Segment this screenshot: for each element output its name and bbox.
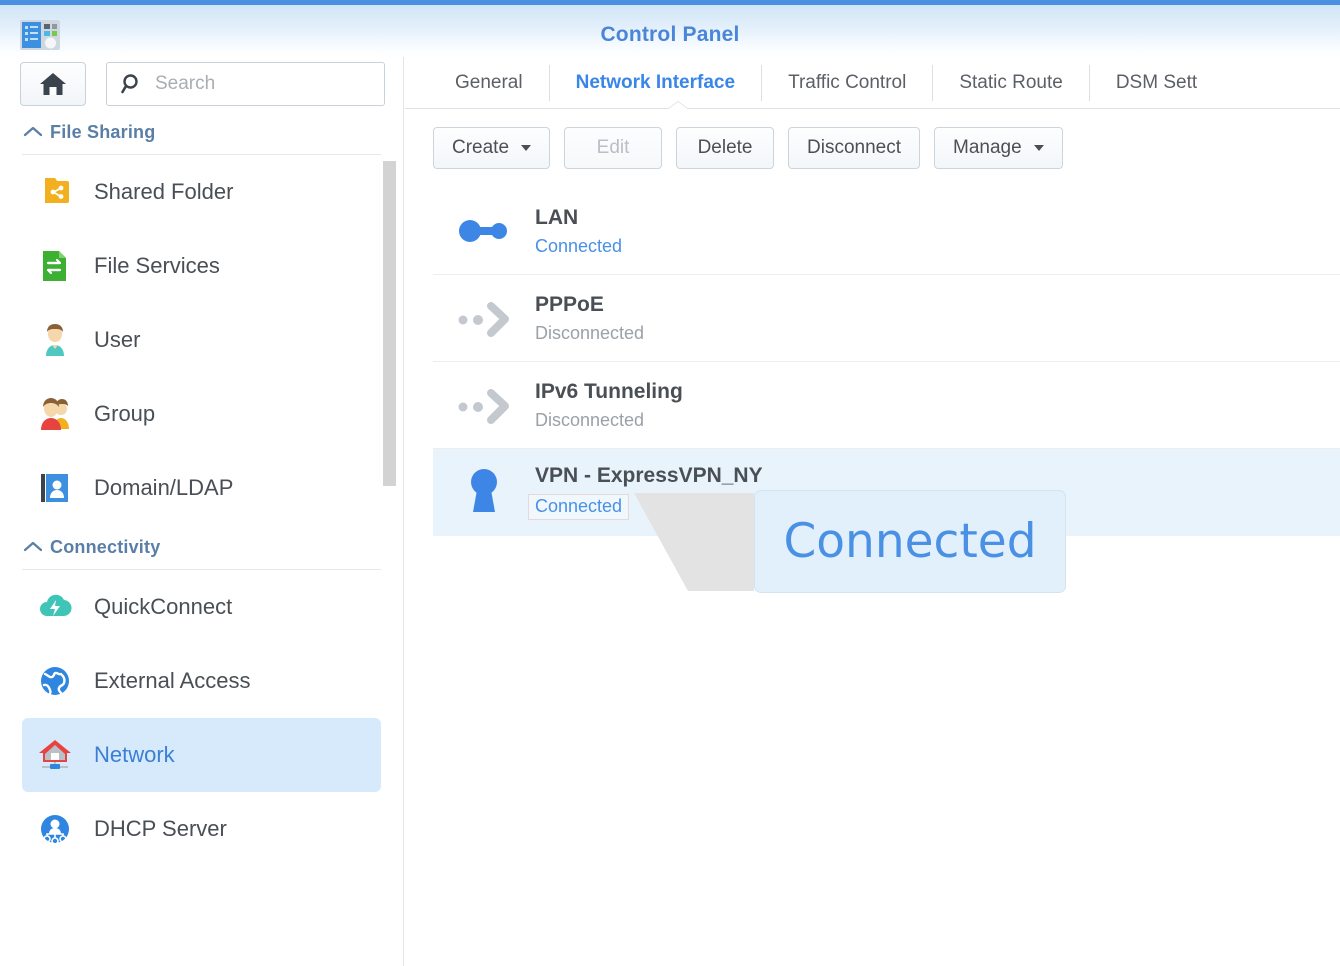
- sidebar-group-header-file-sharing[interactable]: File Sharing: [22, 110, 381, 155]
- sidebar-item-label: Shared Folder: [94, 179, 234, 204]
- sidebar-item-quickconnect[interactable]: QuickConnect: [22, 570, 381, 644]
- home-icon: [40, 73, 66, 95]
- sidebar-search-row: Search: [20, 62, 385, 108]
- pppoe-arrow-icon: [433, 296, 535, 340]
- interface-name: PPPoE: [535, 292, 604, 316]
- edit-button-label: Edit: [596, 137, 630, 158]
- chevron-down-icon: [1033, 145, 1044, 151]
- sidebar-group-label: File Sharing: [50, 121, 156, 142]
- interface-info: PPPoE Disconnected: [535, 293, 644, 344]
- dhcp-server-icon: [32, 807, 78, 851]
- sidebar-item-label: External Access: [94, 668, 251, 693]
- window-title: Control Panel: [600, 23, 740, 46]
- control-panel-window: Control Panel Search File Sharing Shared…: [0, 0, 1340, 966]
- ipv6-tunnel-arrow-icon: [433, 383, 535, 427]
- vpn-keyhole-icon: [433, 464, 535, 520]
- chevron-up-icon: [22, 540, 50, 554]
- active-tab-indicator: [667, 102, 689, 110]
- search-icon: [121, 74, 138, 94]
- interface-name: LAN: [535, 205, 579, 229]
- sidebar-item-label: QuickConnect: [94, 594, 233, 619]
- magnified-status-callout: Connected: [754, 490, 1066, 593]
- search-input-placeholder: Search: [155, 73, 216, 94]
- sidebar-item-label: File Services: [94, 253, 220, 278]
- table-row[interactable]: PPPoE Disconnected: [433, 275, 1340, 362]
- interface-status: Connected: [528, 494, 630, 520]
- sidebar-item-label: Domain/LDAP: [94, 475, 234, 500]
- sidebar-group-file-sharing: File Sharing Shared Folder File Services…: [0, 110, 403, 525]
- domain-ldap-icon: [32, 466, 78, 510]
- tab-static-route[interactable]: Static Route: [933, 64, 1090, 101]
- interface-info: IPv6 Tunneling Disconnected: [535, 380, 683, 431]
- group-icon: [32, 392, 78, 436]
- interface-info: VPN - ExpressVPN_NY Connected: [528, 464, 763, 520]
- sidebar-group-header-connectivity[interactable]: Connectivity: [22, 525, 381, 570]
- sidebar-item-label: User: [94, 327, 141, 352]
- file-services-icon: [32, 244, 78, 288]
- manage-button-label: Manage: [953, 137, 1022, 158]
- user-icon: [32, 318, 78, 362]
- delete-button[interactable]: Delete: [676, 127, 775, 169]
- sidebar: Search File Sharing Shared Folder File S…: [0, 57, 404, 966]
- chevron-down-icon: [521, 145, 532, 151]
- sidebar-item-external-access[interactable]: External Access: [22, 644, 381, 718]
- interface-status: Disconnected: [535, 409, 645, 430]
- create-button-label: Create: [452, 137, 510, 158]
- tab-network-interface[interactable]: Network Interface: [550, 64, 763, 101]
- sidebar-item-label: Group: [94, 401, 156, 426]
- sidebar-item-group[interactable]: Group: [22, 377, 381, 451]
- network-interface-list: LAN Connected PPPoE Disconnected IPv6 Tu…: [433, 188, 1340, 536]
- sidebar-group-label: Connectivity: [50, 536, 161, 557]
- table-row[interactable]: LAN Connected: [433, 188, 1340, 275]
- create-button[interactable]: Create: [433, 127, 551, 169]
- network-icon: [32, 733, 78, 777]
- tab-bar: General Network Interface Traffic Contro…: [405, 57, 1340, 109]
- sidebar-group-connectivity: Connectivity QuickConnect External Acces…: [0, 525, 403, 866]
- sidebar-scroll-area: File Sharing Shared Folder File Services…: [0, 110, 403, 966]
- chevron-up-icon: [22, 125, 50, 139]
- home-button[interactable]: [20, 62, 86, 106]
- interface-info: LAN Connected: [535, 206, 622, 257]
- sidebar-item-file-services[interactable]: File Services: [22, 229, 381, 303]
- sidebar-scrollbar-thumb[interactable]: [383, 161, 396, 486]
- sidebar-item-user[interactable]: User: [22, 303, 381, 377]
- sidebar-item-domain-ldap[interactable]: Domain/LDAP: [22, 451, 381, 525]
- disconnect-button[interactable]: Disconnect: [788, 127, 921, 169]
- sidebar-item-dhcp-server[interactable]: DHCP Server: [22, 792, 381, 866]
- interface-status: Connected: [535, 235, 623, 256]
- search-input-wrapper[interactable]: Search: [106, 62, 385, 106]
- tab-traffic-control[interactable]: Traffic Control: [762, 64, 934, 101]
- table-row[interactable]: IPv6 Tunneling Disconnected: [433, 362, 1340, 449]
- tab-dsm-settings[interactable]: DSM Sett: [1090, 65, 1223, 101]
- magnified-status-text: Connected: [783, 514, 1037, 569]
- tab-general[interactable]: General: [433, 64, 550, 101]
- delete-button-label: Delete: [697, 137, 753, 158]
- interface-name: IPv6 Tunneling: [535, 379, 683, 403]
- sidebar-item-label: Network: [94, 742, 175, 767]
- shared-folder-icon: [32, 170, 78, 214]
- external-access-icon: [32, 659, 78, 703]
- sidebar-item-label: DHCP Server: [94, 816, 227, 841]
- interface-status: Disconnected: [535, 322, 645, 343]
- sidebar-item-shared-folder[interactable]: Shared Folder: [22, 155, 381, 229]
- window-titlebar: Control Panel: [0, 0, 1340, 57]
- sidebar-item-network[interactable]: Network: [22, 718, 381, 792]
- manage-button[interactable]: Manage: [934, 127, 1063, 169]
- quickconnect-icon: [32, 585, 78, 629]
- interface-name: VPN - ExpressVPN_NY: [535, 464, 763, 487]
- disconnect-button-label: Disconnect: [807, 137, 902, 158]
- lan-link-icon: [433, 209, 535, 253]
- edit-button[interactable]: Edit: [564, 127, 663, 169]
- interface-toolbar: Create Edit Delete Disconnect Manage: [433, 127, 1063, 169]
